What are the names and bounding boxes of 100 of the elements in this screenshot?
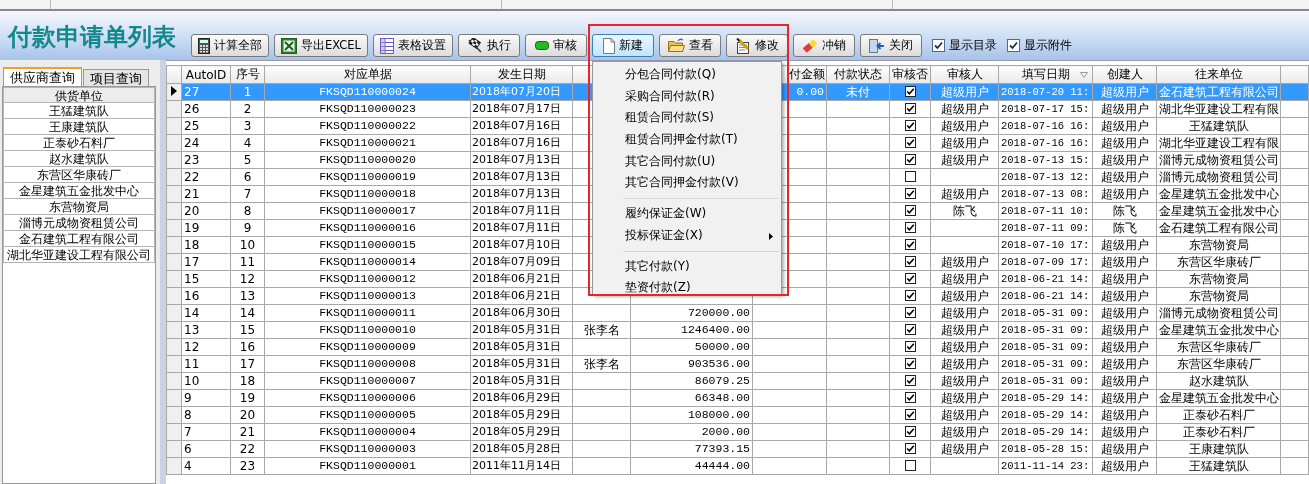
toolbar-button[interactable]: 修改 <box>726 34 788 57</box>
list-item[interactable]: 王康建筑队 <box>3 119 155 135</box>
tab[interactable]: 供应商查询 <box>3 67 82 86</box>
list-item[interactable]: 金星建筑五金批发中心 <box>3 183 155 199</box>
checkbox[interactable] <box>904 290 916 301</box>
toolbar-button[interactable]: 审核 <box>525 34 587 57</box>
checkbox[interactable] <box>904 205 916 216</box>
menu-item[interactable]: 其它合同付款(U) <box>593 150 781 173</box>
table-cell: 超级用户 <box>1092 321 1157 339</box>
toolbar-button[interactable]: 计算全部 <box>191 34 269 57</box>
menu-item[interactable]: 投标保证金(X) <box>593 224 781 247</box>
checkbox[interactable] <box>904 324 916 335</box>
column-header[interactable]: 审核否 <box>889 65 931 84</box>
column-header[interactable]: 填写日期 <box>998 65 1093 84</box>
menu-item[interactable]: 租赁合同付款(S) <box>593 107 781 130</box>
table-cell: 5 <box>230 151 265 169</box>
menu-item[interactable]: 垫资付款(Z) <box>593 277 781 299</box>
table-cell: 15 <box>181 270 231 288</box>
checkbox[interactable] <box>904 460 916 471</box>
checkbox[interactable] <box>904 341 916 352</box>
list-item[interactable]: 金石建筑工程有限公司 <box>3 231 155 247</box>
menu-item[interactable]: 租赁合同押金付款(T) <box>593 129 781 151</box>
checkbox[interactable] <box>904 273 916 284</box>
table-cell: 8 <box>230 202 265 220</box>
menu-item[interactable]: 其它合同押金付款(V) <box>593 172 781 195</box>
list-item[interactable]: 湖北华亚建设工程有限公司 <box>3 247 155 263</box>
menu-item[interactable]: 其它付款(Y) <box>593 255 781 278</box>
checkbox[interactable] <box>904 103 916 114</box>
checkbox[interactable] <box>904 171 916 182</box>
list-item[interactable]: 赵水建筑队 <box>3 151 155 167</box>
checkbox[interactable] <box>904 188 916 199</box>
checkbox[interactable] <box>904 392 916 403</box>
table-cell: 金星建筑五金批发中心 <box>1156 321 1281 339</box>
table-cell: 13 <box>181 321 231 339</box>
list-header: 供货单位 <box>3 87 155 103</box>
table-cell: 正泰砂石料厂 <box>1156 406 1281 424</box>
table-cell: 2018-05-29 14: <box>998 423 1093 441</box>
list-item[interactable]: 王猛建筑队 <box>3 103 155 119</box>
table-cell: 超级用户 <box>1092 117 1157 135</box>
column-header[interactable]: 对应单据 <box>264 65 471 84</box>
checkbox[interactable] <box>1007 39 1020 52</box>
list-item[interactable]: 淄博元成物资租赁公司 <box>3 215 155 231</box>
toolbar-button[interactable]: 执行 <box>458 34 520 57</box>
flag-icon <box>467 37 483 54</box>
checkbox[interactable] <box>904 443 916 454</box>
toolbar-button[interactable]: 新建 <box>592 34 654 57</box>
column-header[interactable]: 序号 <box>230 65 265 84</box>
table-cell: 2018年07月09日 <box>470 253 573 271</box>
list-item[interactable]: 东营物资局 <box>3 199 155 215</box>
table-cell: FKSQD110000010 <box>264 321 471 339</box>
checkbox-option[interactable]: 显示附件 <box>1007 37 1072 54</box>
checkbox[interactable] <box>932 39 945 52</box>
checkbox[interactable] <box>904 137 916 148</box>
checkbox-option[interactable]: 显示目录 <box>932 37 997 54</box>
menu-item[interactable]: 履约保证金(W) <box>593 203 781 225</box>
table-cell: FKSQD110000017 <box>264 202 471 220</box>
checkbox[interactable] <box>904 358 916 369</box>
toolbar-button[interactable]: 表格设置 <box>373 34 453 57</box>
checkbox[interactable] <box>904 86 916 97</box>
column-header[interactable]: 往来单位 <box>1156 65 1281 84</box>
table-cell: 2018-07-10 17: <box>998 236 1093 254</box>
table-cell: FKSQD110000005 <box>264 406 471 424</box>
table-cell: FKSQD110000020 <box>264 151 471 169</box>
toolbar-button[interactable]: 关闭 <box>860 34 922 57</box>
toolbar-button[interactable]: 查看 <box>659 34 721 57</box>
table-cell: 903536.00 <box>630 355 753 373</box>
toolbar-button[interactable]: 冲销 <box>793 34 855 57</box>
column-header[interactable]: 付款状态 <box>826 65 890 84</box>
table-cell: 超级用户 <box>930 151 999 169</box>
checkbox[interactable] <box>904 426 916 437</box>
tab[interactable]: 项目查询 <box>83 69 149 86</box>
table-cell: 24 <box>181 134 231 152</box>
table-cell: 2018-05-31 09: <box>998 355 1093 373</box>
table-cell: 19 <box>181 219 231 237</box>
table-cell: 2018年07月13日 <box>470 168 573 186</box>
column-header[interactable]: AutoID <box>181 65 231 84</box>
column-header[interactable]: 审核人 <box>930 65 999 84</box>
list-item[interactable]: 正泰砂石料厂 <box>3 135 155 151</box>
checkbox[interactable] <box>904 256 916 267</box>
list-item[interactable]: 东营区华康砖厂 <box>3 167 155 183</box>
table-cell: 2018年05月31日 <box>470 321 573 339</box>
checkbox[interactable] <box>904 239 916 250</box>
checkbox[interactable] <box>904 222 916 233</box>
table-cell: 2018年07月11日 <box>470 202 573 220</box>
table-cell: 超级用户 <box>930 423 999 441</box>
table-cell: 超级用户 <box>1092 151 1157 169</box>
checkbox[interactable] <box>904 307 916 318</box>
table-cell: 26 <box>181 100 231 118</box>
table-cell: FKSQD110000022 <box>264 117 471 135</box>
table-cell: 2018年05月29日 <box>470 406 573 424</box>
checkbox[interactable] <box>904 375 916 386</box>
table-cell: 21 <box>181 185 231 203</box>
table-cell: 10 <box>181 372 231 390</box>
checkbox[interactable] <box>904 120 916 131</box>
table-cell: 陈飞 <box>930 202 999 220</box>
checkbox[interactable] <box>904 154 916 165</box>
checkbox[interactable] <box>904 409 916 420</box>
toolbar-button[interactable]: 导出EXCEL <box>274 34 368 57</box>
column-header[interactable]: 创建人 <box>1092 65 1157 84</box>
column-header[interactable]: 发生日期 <box>470 65 573 84</box>
